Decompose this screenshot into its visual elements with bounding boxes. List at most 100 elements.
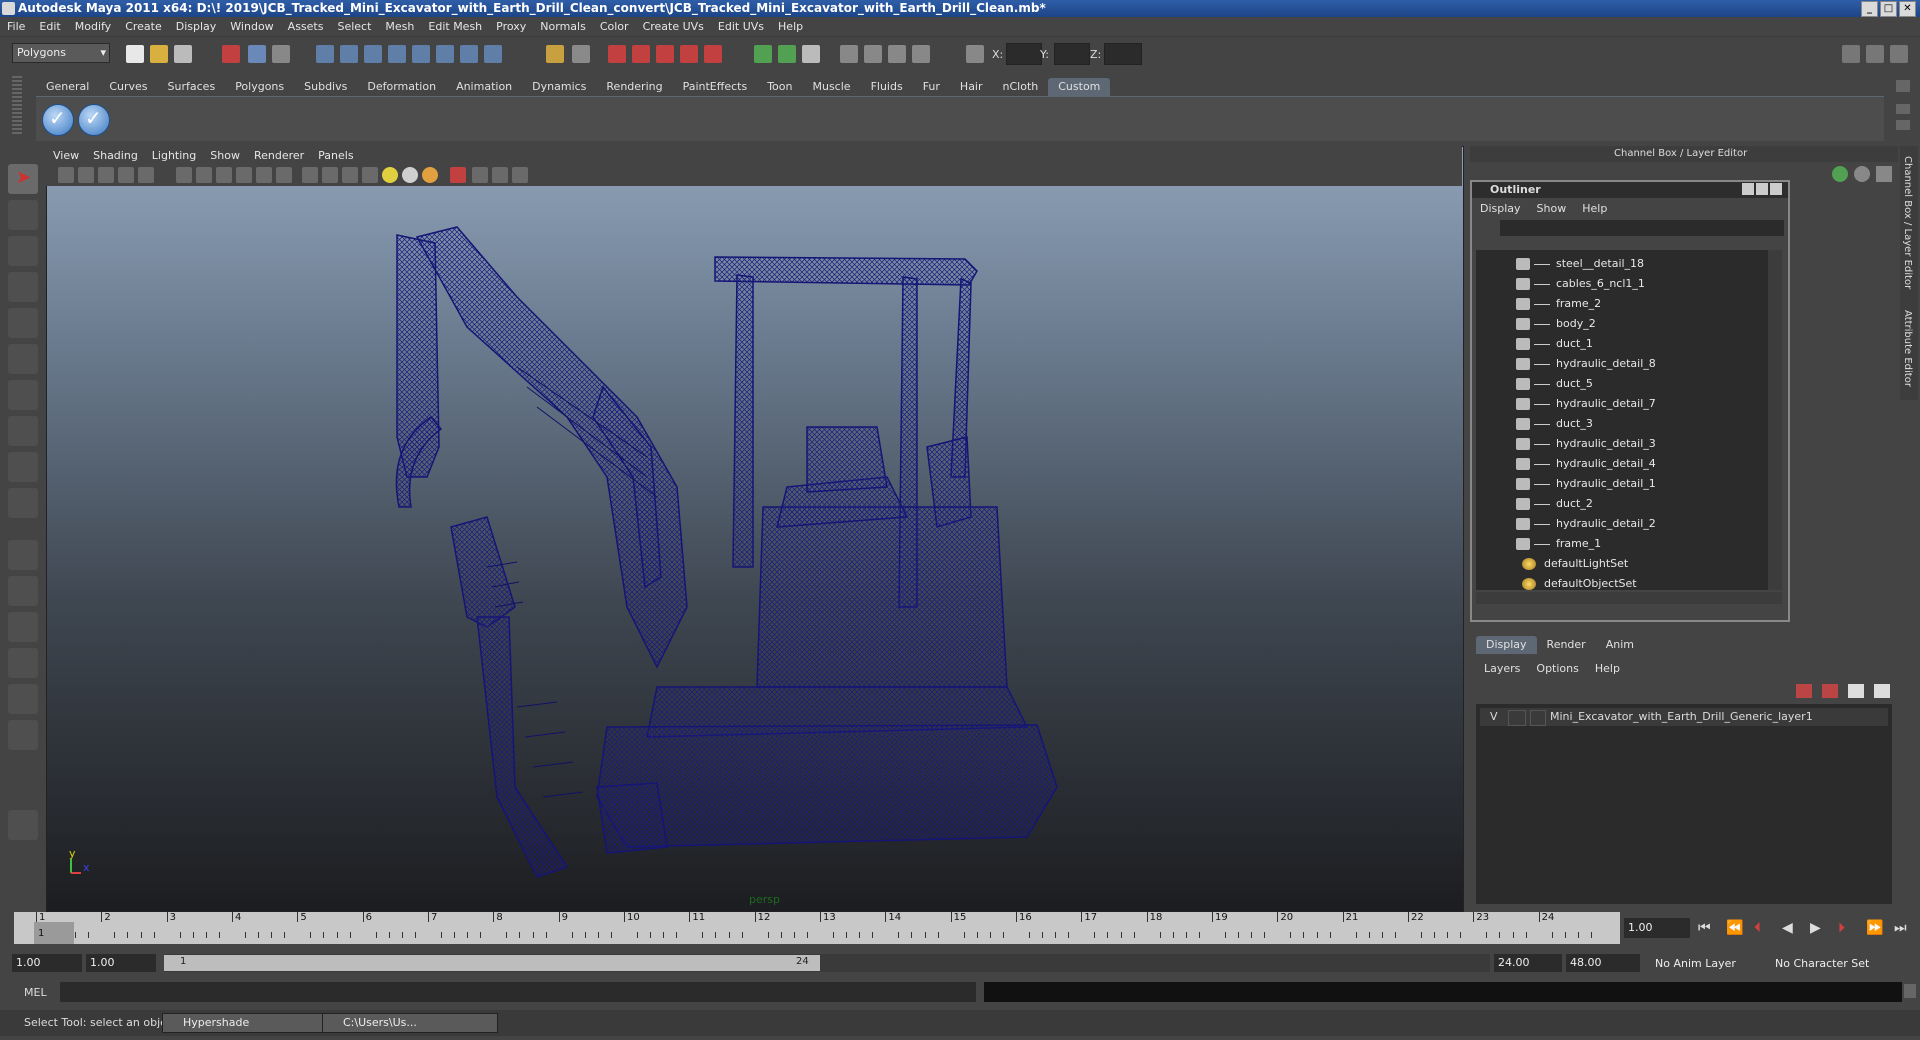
help-icon[interactable]: [484, 45, 502, 63]
wireframe-on-shaded-icon[interactable]: [342, 167, 358, 183]
outliner-item[interactable]: hydraulic_detail_8: [1476, 354, 1768, 374]
save-scene-icon[interactable]: [174, 45, 192, 63]
z-field[interactable]: [1104, 43, 1142, 65]
select-component-icon[interactable]: [272, 45, 290, 63]
menu-assets[interactable]: Assets: [281, 20, 331, 33]
layer-menu-options[interactable]: Options: [1528, 662, 1586, 675]
outliner-minimize-button[interactable]: [1742, 183, 1754, 195]
outliner-close-button[interactable]: [1770, 183, 1782, 195]
layer-color-swatch[interactable]: [1530, 710, 1546, 726]
menu-help[interactable]: Help: [771, 20, 810, 33]
film-gate-icon[interactable]: [176, 167, 192, 183]
panel-layout-icon[interactable]: [754, 45, 772, 63]
menu-display[interactable]: Display: [169, 20, 224, 33]
toggle-channel-box-icon[interactable]: [1890, 45, 1908, 63]
outliner-item[interactable]: defaultLightSet: [1476, 554, 1768, 574]
shelf-tab-muscle[interactable]: Muscle: [802, 78, 860, 96]
playback-end-field[interactable]: 24.00: [1494, 954, 1562, 972]
outliner-item[interactable]: defaultObjectSet: [1476, 574, 1768, 594]
shelf-tab-ncloth[interactable]: nCloth: [993, 78, 1049, 96]
safe-action-icon[interactable]: [256, 167, 272, 183]
lasso-tool-icon[interactable]: [8, 200, 38, 230]
shelf-tab-curves[interactable]: Curves: [99, 78, 157, 96]
menu-window[interactable]: Window: [223, 20, 280, 33]
x-field[interactable]: [1006, 43, 1042, 65]
channel-box-icon[interactable]: [1832, 166, 1848, 182]
shelf-tab-polygons[interactable]: Polygons: [225, 78, 294, 96]
current-time-marker[interactable]: 1: [34, 922, 74, 944]
snap-grid-icon[interactable]: [316, 45, 334, 63]
current-frame-field[interactable]: 1.00: [1624, 918, 1690, 938]
xray-icon[interactable]: [472, 167, 488, 183]
minimize-button[interactable]: _: [1861, 1, 1878, 17]
snap-plane-icon[interactable]: [388, 45, 406, 63]
custom-checkmark-2-icon[interactable]: [78, 104, 110, 136]
lock-icon[interactable]: [546, 45, 564, 63]
gate-mask-icon[interactable]: [216, 167, 232, 183]
animation-start-field[interactable]: 1.00: [12, 954, 82, 972]
layer-menu-layers[interactable]: Layers: [1476, 662, 1528, 675]
select-tool-icon[interactable]: ➤: [8, 164, 38, 194]
toggle-tool-settings-icon[interactable]: [1866, 45, 1884, 63]
outliner-menu-help[interactable]: Help: [1574, 202, 1615, 215]
select-hierarchy-icon[interactable]: [222, 45, 240, 63]
toggle-attribute-editor-icon[interactable]: [1842, 45, 1860, 63]
outliner-item[interactable]: hydraulic_detail_1: [1476, 474, 1768, 494]
shelf-tab-rendering[interactable]: Rendering: [596, 78, 672, 96]
y-field[interactable]: [1054, 43, 1090, 65]
viewport-menu-view[interactable]: View: [46, 149, 86, 162]
persp-graph-layout-icon[interactable]: [8, 648, 38, 678]
open-scene-icon[interactable]: [150, 45, 168, 63]
smooth-shade-icon[interactable]: [322, 167, 338, 183]
camera-four-icon[interactable]: [912, 45, 930, 63]
four-view-layout-icon[interactable]: [8, 576, 38, 606]
hypershade-persp-layout-icon[interactable]: [8, 684, 38, 714]
command-input[interactable]: [60, 982, 976, 1002]
construction-icon[interactable]: [460, 45, 478, 63]
outliner-item[interactable]: body_2: [1476, 314, 1768, 334]
menu-file[interactable]: File: [0, 20, 32, 33]
image-plane-icon[interactable]: [118, 167, 134, 183]
go-to-start-icon[interactable]: ⏮: [1698, 920, 1711, 936]
shelf-tab-toon[interactable]: Toon: [757, 78, 802, 96]
character-set-dropdown[interactable]: No Character Set: [1770, 954, 1886, 972]
select-camera-icon[interactable]: [58, 167, 74, 183]
textured-icon[interactable]: [362, 167, 378, 183]
step-back-key-icon[interactable]: ⏴: [1754, 920, 1761, 936]
layer-editor-toggle-icon[interactable]: [1854, 166, 1870, 182]
outliner-item[interactable]: duct_5: [1476, 374, 1768, 394]
select-object-icon[interactable]: [248, 45, 266, 63]
playback-start-field[interactable]: 1.00: [86, 954, 156, 972]
outliner-item[interactable]: duct_2: [1476, 494, 1768, 514]
shelf-tab-fur[interactable]: Fur: [913, 78, 950, 96]
camera-attributes-icon[interactable]: [78, 167, 94, 183]
wireframe-icon[interactable]: [302, 167, 318, 183]
outliner-item[interactable]: hydraulic_detail_7: [1476, 394, 1768, 414]
render-settings-icon[interactable]: [656, 45, 674, 63]
outliner-item[interactable]: duct_1: [1476, 334, 1768, 354]
layer-tab-display[interactable]: Display: [1476, 636, 1537, 654]
shelf-tab-subdivs[interactable]: Subdivs: [294, 78, 357, 96]
viewport-menu-renderer[interactable]: Renderer: [247, 149, 311, 162]
paint-select-tool-icon[interactable]: [8, 236, 38, 266]
outliner-item[interactable]: frame_1: [1476, 534, 1768, 554]
range-slider-handle[interactable]: 1 24: [164, 955, 820, 971]
step-forward-key-icon[interactable]: ⏵: [1838, 920, 1845, 936]
custom-checkmark-1-icon[interactable]: [42, 104, 74, 136]
persp-outliner-layout-icon[interactable]: [8, 612, 38, 642]
shelf-menu-icon[interactable]: [1896, 80, 1910, 92]
scale-tool-icon[interactable]: [8, 344, 38, 374]
maximize-button[interactable]: □: [1880, 1, 1897, 17]
go-to-end-icon[interactable]: ⏭: [1894, 920, 1907, 936]
move-tool-icon[interactable]: [8, 272, 38, 302]
menu-mesh[interactable]: Mesh: [378, 20, 421, 33]
outliner-item[interactable]: hydraulic_detail_2: [1476, 514, 1768, 534]
outliner-vertical-scrollbar[interactable]: [1768, 250, 1782, 590]
default-light-icon[interactable]: [382, 167, 398, 183]
layer-tab-anim[interactable]: Anim: [1596, 636, 1644, 654]
render-view-icon[interactable]: [704, 45, 722, 63]
universal-manipulator-icon[interactable]: [8, 380, 38, 410]
menu-edit-mesh[interactable]: Edit Mesh: [421, 20, 489, 33]
hypershade-icon[interactable]: [680, 45, 698, 63]
show-manipulator-icon[interactable]: [8, 452, 38, 482]
